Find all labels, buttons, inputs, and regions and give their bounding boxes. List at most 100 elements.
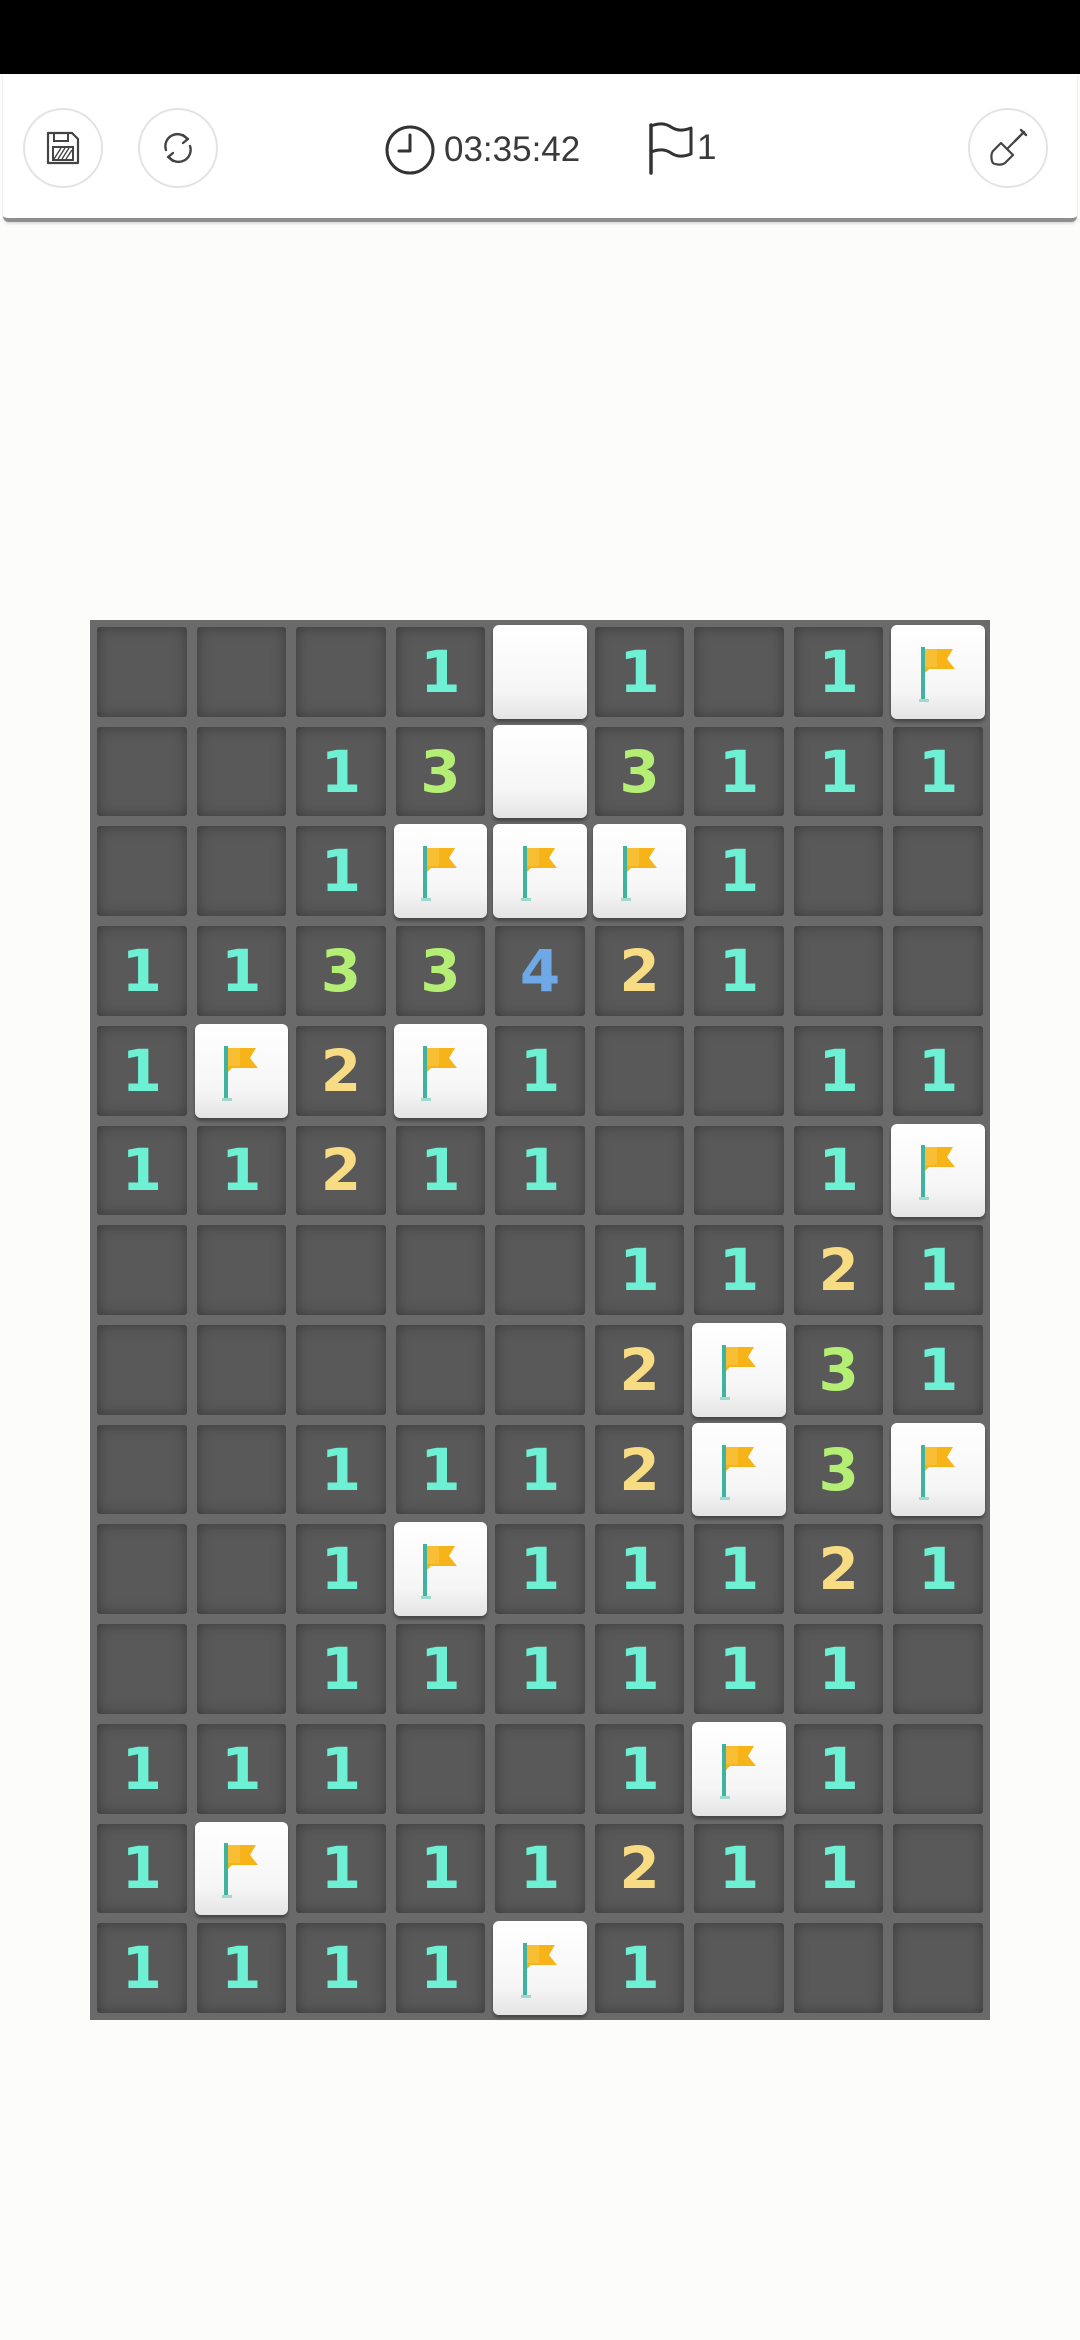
cell-flagged[interactable] — [692, 1422, 786, 1517]
cell-number[interactable]: 1 — [495, 1025, 585, 1116]
cell-flagged[interactable] — [891, 1422, 985, 1517]
cell-empty[interactable] — [97, 627, 187, 717]
dig-mode-button[interactable] — [968, 108, 1048, 188]
cell-number[interactable]: 1 — [97, 1125, 187, 1216]
cell-flagged[interactable] — [194, 1821, 289, 1916]
cell-empty[interactable] — [97, 1424, 187, 1515]
cell-number[interactable]: 4 — [495, 926, 585, 1016]
cell-empty[interactable] — [694, 1125, 784, 1216]
cell-number[interactable]: 2 — [793, 1524, 884, 1615]
cell-number[interactable]: 1 — [594, 1225, 685, 1315]
cell-number[interactable]: 1 — [296, 726, 386, 817]
cell-number[interactable]: 1 — [694, 1823, 784, 1914]
cell-number[interactable]: 1 — [296, 1424, 386, 1515]
cell-number[interactable]: 1 — [893, 1325, 983, 1415]
cell-empty[interactable] — [893, 1923, 983, 2013]
cell-flagged[interactable] — [493, 1921, 587, 2015]
cell-number[interactable]: 2 — [296, 1125, 386, 1216]
cell-number[interactable]: 1 — [893, 1225, 983, 1315]
cell-empty[interactable] — [793, 926, 884, 1016]
cell-empty[interactable] — [694, 1923, 784, 2013]
cell-number[interactable]: 1 — [97, 1723, 187, 1814]
cell-number[interactable]: 1 — [893, 1524, 983, 1615]
cell-number[interactable]: 1 — [296, 1624, 386, 1714]
cell-number[interactable]: 3 — [296, 926, 386, 1016]
cell-number[interactable]: 1 — [793, 726, 884, 817]
cell-number[interactable]: 1 — [97, 926, 187, 1016]
cell-number[interactable]: 1 — [395, 1823, 486, 1914]
cell-flagged[interactable] — [891, 625, 985, 719]
cell-empty[interactable] — [893, 1723, 983, 1814]
cell-number[interactable]: 1 — [594, 1624, 685, 1714]
cell-empty[interactable] — [694, 627, 784, 717]
cell-covered[interactable] — [493, 625, 587, 719]
cell-empty[interactable] — [893, 1624, 983, 1714]
cell-empty[interactable] — [793, 1923, 884, 2013]
cell-empty[interactable] — [196, 627, 287, 717]
cell-number[interactable]: 1 — [296, 826, 386, 917]
cell-number[interactable]: 1 — [495, 1424, 585, 1515]
cell-number[interactable]: 1 — [395, 1624, 486, 1714]
cell-number[interactable]: 1 — [296, 1723, 386, 1814]
cell-empty[interactable] — [495, 1723, 585, 1814]
cell-flagged[interactable] — [692, 1323, 786, 1417]
cell-empty[interactable] — [793, 826, 884, 917]
cell-number[interactable]: 1 — [196, 926, 287, 1016]
cell-covered[interactable] — [493, 724, 587, 819]
cell-empty[interactable] — [97, 726, 187, 817]
cell-number[interactable]: 1 — [694, 1624, 784, 1714]
cell-number[interactable]: 1 — [97, 1923, 187, 2013]
cell-number[interactable]: 3 — [395, 726, 486, 817]
cell-number[interactable]: 2 — [594, 1823, 685, 1914]
cell-flagged[interactable] — [393, 1023, 488, 1118]
cell-number[interactable]: 2 — [296, 1025, 386, 1116]
cell-number[interactable]: 1 — [594, 627, 685, 717]
cell-number[interactable]: 1 — [196, 1923, 287, 2013]
save-button[interactable] — [23, 108, 103, 188]
cell-number[interactable]: 1 — [296, 1823, 386, 1914]
cell-empty[interactable] — [893, 926, 983, 1016]
cell-number[interactable]: 1 — [793, 1125, 884, 1216]
cell-number[interactable]: 1 — [196, 1723, 287, 1814]
cell-number[interactable]: 1 — [395, 1424, 486, 1515]
cell-number[interactable]: 1 — [395, 1923, 486, 2013]
cell-flagged[interactable] — [692, 1721, 786, 1816]
cell-flagged[interactable] — [393, 824, 488, 919]
cell-empty[interactable] — [893, 826, 983, 917]
cell-empty[interactable] — [495, 1325, 585, 1415]
cell-number[interactable]: 1 — [97, 1025, 187, 1116]
cell-number[interactable]: 1 — [395, 627, 486, 717]
cell-number[interactable]: 1 — [196, 1125, 287, 1216]
cell-empty[interactable] — [196, 1524, 287, 1615]
cell-empty[interactable] — [395, 1325, 486, 1415]
cell-empty[interactable] — [196, 1424, 287, 1515]
cell-number[interactable]: 3 — [594, 726, 685, 817]
cell-number[interactable]: 2 — [793, 1225, 884, 1315]
cell-flagged[interactable] — [393, 1522, 488, 1617]
cell-number[interactable]: 1 — [793, 1025, 884, 1116]
cell-number[interactable]: 1 — [793, 1823, 884, 1914]
cell-empty[interactable] — [97, 1325, 187, 1415]
cell-empty[interactable] — [594, 1025, 685, 1116]
cell-empty[interactable] — [97, 1225, 187, 1315]
cell-number[interactable]: 1 — [893, 1025, 983, 1116]
cell-number[interactable]: 1 — [694, 726, 784, 817]
cell-empty[interactable] — [196, 726, 287, 817]
cell-flagged[interactable] — [493, 824, 587, 919]
cell-number[interactable]: 2 — [594, 926, 685, 1016]
cell-empty[interactable] — [196, 1624, 287, 1714]
cell-number[interactable]: 1 — [793, 627, 884, 717]
cell-empty[interactable] — [196, 826, 287, 917]
cell-flagged[interactable] — [592, 824, 687, 919]
cell-empty[interactable] — [296, 627, 386, 717]
cell-number[interactable]: 1 — [694, 926, 784, 1016]
cell-number[interactable]: 1 — [97, 1823, 187, 1914]
cell-empty[interactable] — [893, 1823, 983, 1914]
cell-empty[interactable] — [296, 1225, 386, 1315]
cell-number[interactable]: 3 — [395, 926, 486, 1016]
cell-number[interactable]: 1 — [893, 726, 983, 817]
cell-empty[interactable] — [97, 1624, 187, 1714]
cell-empty[interactable] — [196, 1325, 287, 1415]
cell-number[interactable]: 1 — [495, 1823, 585, 1914]
cell-empty[interactable] — [395, 1723, 486, 1814]
